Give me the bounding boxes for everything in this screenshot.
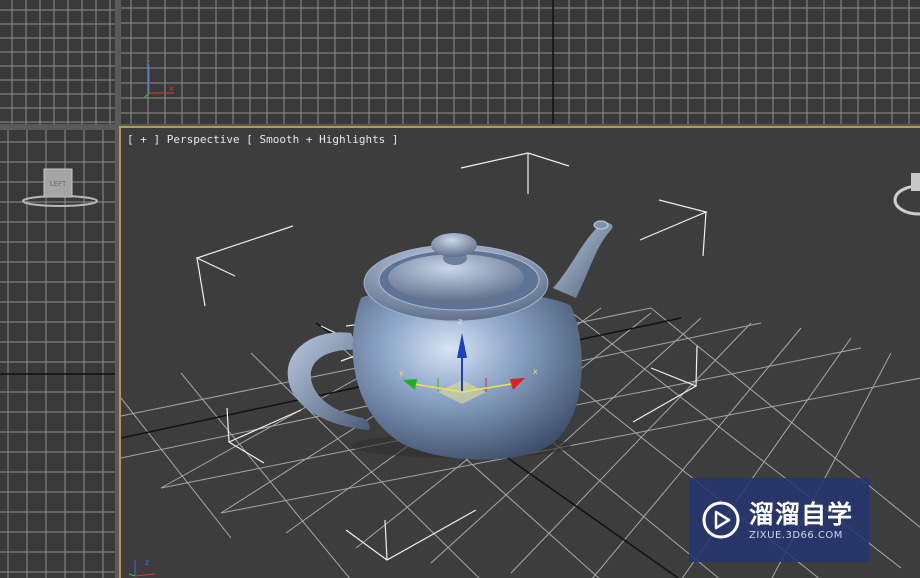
viewport-menu-plus[interactable]: [ + ] bbox=[127, 133, 160, 146]
viewport-front[interactable]: z x bbox=[121, 0, 920, 124]
watermark-banner: 溜溜自学 ZIXUE.3D66.COM bbox=[689, 478, 869, 562]
viewport-left[interactable]: LEFT bbox=[0, 130, 115, 578]
world-axis-tripod: z bbox=[128, 558, 156, 577]
front-axis-x-label: x bbox=[169, 84, 174, 93]
viewport-label: [ + ] Perspective [ Smooth + Highlights … bbox=[127, 133, 399, 146]
front-axis-tripod: z x bbox=[143, 58, 174, 99]
viewport-top[interactable] bbox=[0, 0, 115, 124]
viewport-top-grid bbox=[0, 0, 115, 124]
viewport-shading-menu[interactable]: [ Smooth + Highlights ] bbox=[246, 133, 398, 146]
perspective-viewcube[interactable] bbox=[893, 173, 920, 216]
world-axis-z-label: z bbox=[145, 558, 149, 567]
watermark-title: 溜溜自学 bbox=[749, 499, 854, 529]
watermark-url: ZIXUE.3D66.COM bbox=[749, 529, 843, 541]
viewport-front-grid bbox=[121, 0, 920, 124]
gizmo-x-label: x bbox=[533, 367, 538, 376]
gizmo-z-label: z bbox=[458, 317, 462, 326]
viewport-view-menu[interactable]: Perspective bbox=[167, 133, 240, 146]
front-axis-z-label: z bbox=[146, 58, 150, 67]
viewcube[interactable]: LEFT bbox=[20, 165, 100, 215]
watermark-logo-icon bbox=[702, 501, 740, 539]
gizmo-y-label: y bbox=[399, 368, 404, 377]
viewcube-face-label: LEFT bbox=[50, 180, 67, 188]
teapot-object[interactable] bbox=[287, 220, 613, 460]
